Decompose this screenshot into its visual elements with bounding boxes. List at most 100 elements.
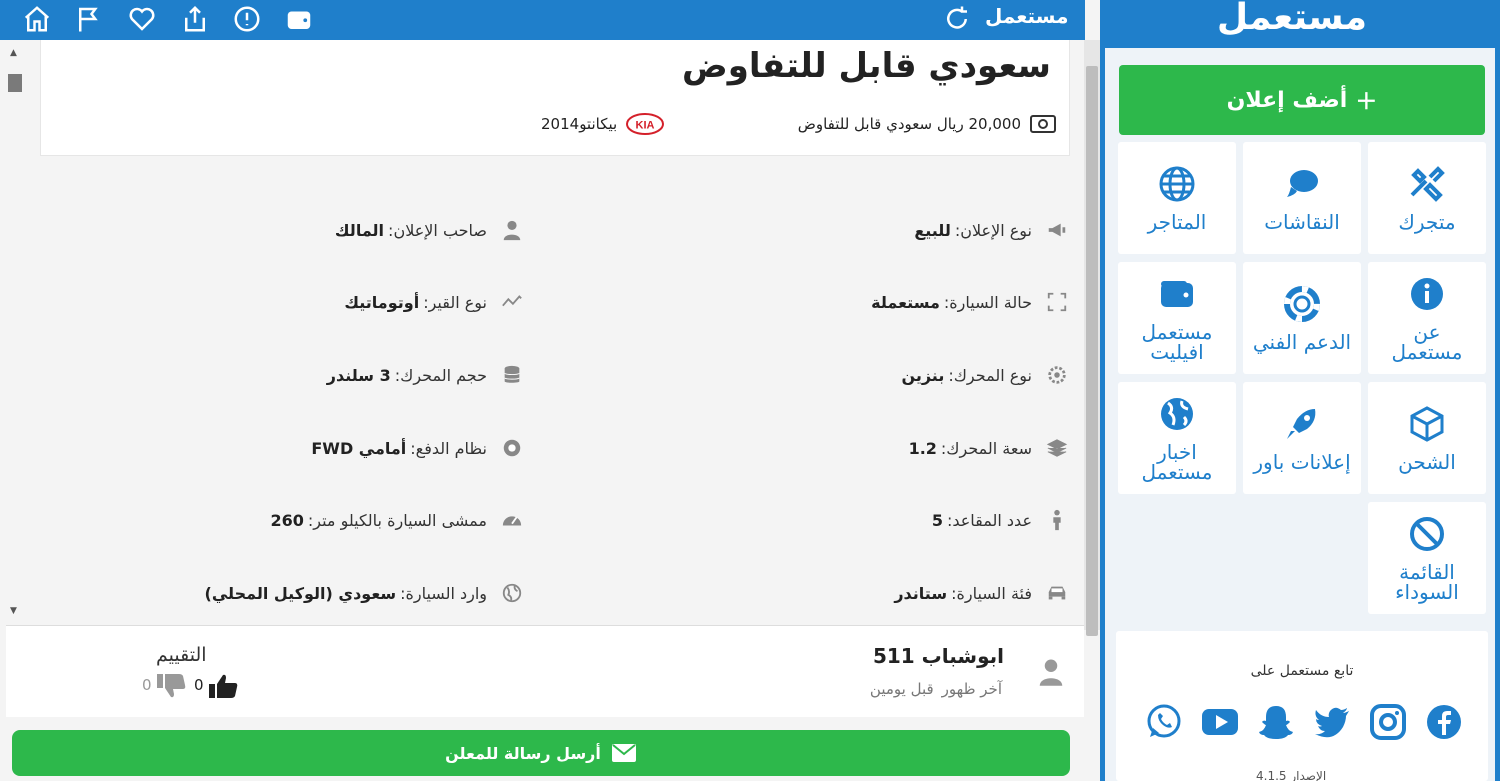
snapchat-icon[interactable] <box>1257 703 1295 741</box>
gear-icon <box>1044 362 1070 388</box>
detail-value: مستعملة <box>871 292 940 312</box>
detail-row: نوع المحرك: بنزين <box>555 355 1070 395</box>
detail-label: نوع المحرك: <box>948 365 1032 385</box>
top-toolbar: مستعمل <box>0 0 1085 40</box>
detail-label: فئة السيارة: <box>951 583 1032 603</box>
tile-label: إعلانات باور <box>1253 449 1351 474</box>
rating-label: التقييم <box>156 644 207 666</box>
globe-icon <box>499 580 525 606</box>
whatsapp-icon[interactable] <box>1145 703 1183 741</box>
detail-label: نوع القير: <box>423 292 487 312</box>
detail-label: عدد المقاعد: <box>946 510 1032 530</box>
model-row: KIA بيكانتو2014 <box>541 112 665 136</box>
detail-value: 5 <box>931 510 943 530</box>
tile-news[interactable]: اخبار مستعمل <box>1118 382 1236 494</box>
box-icon <box>1408 405 1446 452</box>
tile-my-store[interactable]: متجرك <box>1368 142 1486 254</box>
main-content: مستعمل ▲ ▼ سعودي قابل للتفاوض 20,000 ريا… <box>0 0 1100 781</box>
dislikes-count: 0 <box>142 676 152 694</box>
thumbs-up-icon[interactable] <box>208 672 240 700</box>
tile-label: القائمة السوداء <box>1395 559 1459 604</box>
tile-stores[interactable]: المتاجر <box>1118 142 1236 254</box>
wallet-icon[interactable] <box>282 2 316 36</box>
detail-value: أمامي FWD <box>311 438 407 458</box>
flag-icon[interactable] <box>72 2 106 36</box>
sidebar-logo[interactable]: مستعمل <box>1212 0 1372 40</box>
scroll-thumb[interactable] <box>8 74 22 92</box>
twitter-icon[interactable] <box>1313 703 1351 741</box>
detail-label: نظام الدفع: <box>410 438 487 458</box>
globe-icon <box>1158 165 1196 212</box>
left-scrollbar[interactable]: ▲ ▼ <box>6 44 26 624</box>
price-text: 20,000 ريال سعودي قابل للتفاوض <box>797 115 1021 133</box>
report-icon[interactable] <box>230 2 264 36</box>
share-icon[interactable] <box>178 2 212 36</box>
sidebar: مستعمل ＋ أضف إعلان متجرك النقاشات المتاجر ع… <box>1100 0 1500 781</box>
seller-info: ابوشباب 511 آخر ظهور قبل يومين التقييم 0… <box>6 625 1084 717</box>
tile-discussions[interactable]: النقاشات <box>1243 142 1361 254</box>
car-details: نوع الإعلان: للبيع صاحب الإعلان: المالك حالة… <box>40 190 1070 620</box>
likes-count: 0 <box>194 676 204 694</box>
instagram-icon[interactable] <box>1369 703 1407 741</box>
detail-value: 3 سلندر <box>326 365 391 385</box>
detail-row: حالة السيارة: مستعملة <box>555 282 1070 322</box>
seller-name[interactable]: ابوشباب 511 <box>873 644 1004 668</box>
tile-blacklist[interactable]: القائمة السوداء <box>1368 502 1486 614</box>
detail-row: صاحب الإعلان: المالك <box>40 210 525 250</box>
rocket-icon <box>1283 405 1321 452</box>
tile-label: اخبار مستعمل <box>1141 439 1213 484</box>
wallet-icon <box>1158 275 1196 322</box>
detail-row: نوع الإعلان: للبيع <box>555 210 1070 250</box>
detail-row: فئة السيارة: ستاندر <box>555 573 1070 613</box>
chart-line-icon <box>499 289 525 315</box>
sidebar-panel: ＋ أضف إعلان متجرك النقاشات المتاجر عن مستعم… <box>1105 48 1495 781</box>
detail-value: 1.2 <box>908 438 937 458</box>
svg-text:KIA: KIA <box>636 120 655 132</box>
tools-icon <box>1408 165 1446 212</box>
content-scrollbar[interactable] <box>1084 40 1100 636</box>
detail-value: ستاندر <box>894 583 948 603</box>
refresh-icon[interactable] <box>940 2 974 36</box>
tile-label: الشحن <box>1398 449 1456 474</box>
send-message-button[interactable]: أرسل رسالة للمعلن <box>12 730 1070 776</box>
follow-label: تابع مستعمل على <box>1250 663 1354 679</box>
detail-value: 260 <box>270 510 304 530</box>
tile-affiliate[interactable]: مستعمل افيليت <box>1118 262 1236 374</box>
tile-support[interactable]: الدعم الفني <box>1243 262 1361 374</box>
tile-about[interactable]: عن مستعمل <box>1368 262 1486 374</box>
tile-power-ads[interactable]: إعلانات باور <box>1243 382 1361 494</box>
heart-icon[interactable] <box>125 2 159 36</box>
detail-value: المالك <box>334 220 385 240</box>
detail-label: سعة المحرك: <box>940 438 1032 458</box>
add-ad-button[interactable]: ＋ أضف إعلان <box>1119 65 1485 135</box>
price-row: 20,000 ريال سعودي قابل للتفاوض <box>798 112 1057 136</box>
last-seen: آخر ظهور قبل يومين <box>870 680 1002 698</box>
layers-icon <box>1044 435 1070 461</box>
thumbs-down-icon[interactable] <box>156 672 188 700</box>
user-avatar-icon[interactable] <box>1036 656 1066 688</box>
last-seen-label: آخر ظهور <box>941 680 1002 698</box>
follow-box: تابع مستعمل على الإصدار 4.1.5 <box>1116 631 1488 781</box>
home-icon[interactable] <box>20 2 54 36</box>
site-logo[interactable]: مستعمل <box>985 4 1069 28</box>
ban-icon <box>1408 515 1446 562</box>
detail-row: وارد السيارة: سعودي (الوكيل المحلي) <box>40 573 525 613</box>
youtube-icon[interactable] <box>1201 703 1239 741</box>
circle-gear-icon <box>499 435 525 461</box>
scroll-down-icon[interactable]: ▼ <box>10 606 20 616</box>
content-scroll-thumb[interactable] <box>1086 66 1098 636</box>
tile-label: مستعمل افيليت <box>1141 319 1213 364</box>
detail-row: سعة المحرك: 1.2 <box>555 428 1070 468</box>
expand-icon <box>1044 289 1070 315</box>
facebook-icon[interactable] <box>1425 703 1463 741</box>
send-message-label: أرسل رسالة للمعلن <box>445 743 601 763</box>
tile-label: متجرك <box>1398 209 1456 234</box>
user-icon <box>499 217 525 243</box>
detail-label: وارد السيارة: <box>400 583 487 603</box>
scroll-up-icon[interactable]: ▲ <box>10 48 20 58</box>
detail-row: نوع القير: أوتوماتيك <box>40 282 525 322</box>
ad-title: سعودي قابل للتفاوض <box>681 46 1051 86</box>
tile-shipping[interactable]: الشحن <box>1368 382 1486 494</box>
detail-value: سعودي (الوكيل المحلي) <box>204 583 397 603</box>
detail-label: حالة السيارة: <box>943 292 1032 312</box>
